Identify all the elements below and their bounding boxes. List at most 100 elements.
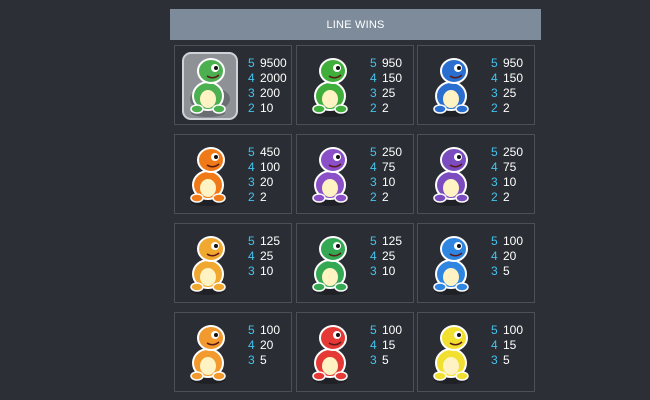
payout-value: 125	[382, 234, 403, 248]
paytable-cell: 5 100 4 20 3 5	[174, 312, 292, 392]
paytable-cell: 5 950 4 150 3 25 2 2	[417, 45, 535, 125]
payout-value: 75	[503, 160, 517, 174]
symbol-count: 4	[491, 71, 498, 85]
pay-row: 22	[370, 190, 402, 205]
payout-value: 2	[260, 190, 267, 204]
payout-value: 100	[503, 323, 524, 337]
symbol-count: 3	[370, 353, 377, 367]
symbol-count: 2	[491, 101, 498, 115]
payout-value: 100	[382, 323, 403, 337]
payout-value: 25	[260, 249, 274, 263]
payout-value: 2	[503, 190, 510, 204]
paytable-cell: 5 450 4 100 3 20 2 2	[174, 134, 292, 214]
green-dino-icon	[303, 229, 361, 299]
payout-value: 20	[260, 175, 274, 189]
paytable-cell: 5 950 4 150 3 25 2 2	[296, 45, 414, 125]
pay-row: 3 25	[370, 86, 402, 101]
symbol-count: 4	[248, 338, 255, 352]
pay-row: 3 10	[370, 264, 402, 279]
payout-value: 2	[382, 101, 389, 115]
symbol-count: 5	[370, 234, 377, 248]
orange-dino-icon	[181, 140, 239, 210]
symbol-count: 3	[491, 175, 498, 189]
pay-row: 35	[370, 353, 402, 368]
payout-value: 5	[503, 353, 510, 367]
payout-value: 100	[260, 323, 281, 337]
payout-value: 25	[382, 249, 396, 263]
payout-value: 9500	[260, 56, 287, 70]
paytable-cell: 5 100 4 15 3 5	[296, 312, 414, 392]
symbol-count: 5	[248, 234, 255, 248]
payout-value: 200	[260, 86, 281, 100]
payout-value: 25	[382, 86, 396, 100]
payout-value: 5	[382, 353, 389, 367]
pay-row: 5 950	[370, 56, 402, 71]
payout-value: 5	[503, 264, 510, 278]
pay-row: 5 125	[248, 234, 280, 249]
symbol-count: 3	[370, 264, 377, 278]
pay-row: 35	[491, 353, 523, 368]
pay-values: 5 250 4 75 3 10 2 2	[491, 145, 523, 205]
pay-values: 5 450 4 100 3 20 2 2	[248, 145, 280, 205]
pay-row: 2 10	[248, 101, 287, 116]
payout-value: 10	[260, 101, 274, 115]
pay-row: 4 75	[370, 160, 402, 175]
pay-row: 5 250	[491, 145, 523, 160]
paytable-cell: 5 9500 4 2000 3 200 2 10	[174, 45, 292, 125]
symbol-count: 3	[248, 353, 255, 367]
pay-row: 4 15	[370, 338, 402, 353]
pay-row: 4 25	[370, 249, 402, 264]
pay-row: 4 2000	[248, 71, 287, 86]
symbol-count: 5	[491, 56, 498, 70]
symbol-count: 5	[248, 323, 255, 337]
payout-value: 75	[382, 160, 396, 174]
paytable-cell: 5 250 4 75 3 10 2 2	[296, 134, 414, 214]
pay-row: 5 9500	[248, 56, 287, 71]
pay-values: 5 125 4 25 3 10	[248, 234, 280, 279]
payout-value: 5	[260, 353, 267, 367]
payout-value: 10	[382, 175, 396, 189]
payout-value: 15	[503, 338, 517, 352]
pay-row: 22	[491, 190, 523, 205]
pay-row: 5 950	[491, 56, 523, 71]
symbol-count: 4	[248, 249, 255, 263]
payout-value: 2	[382, 190, 389, 204]
symbol-count: 3	[491, 264, 498, 278]
pay-row: 5 450	[248, 145, 280, 160]
pay-row: 3 10	[248, 264, 280, 279]
symbol-count: 2	[370, 101, 377, 115]
symbol-count: 5	[370, 323, 377, 337]
payout-value: 10	[260, 264, 274, 278]
pay-row: 5 250	[370, 145, 402, 160]
symbol-count: 5	[248, 56, 255, 70]
pay-row: 4 150	[370, 71, 402, 86]
payout-value: 25	[503, 86, 517, 100]
pay-row: 5 125	[370, 234, 402, 249]
payout-value: 450	[260, 145, 281, 159]
symbol-count: 2	[491, 190, 498, 204]
pay-values: 5 100 4 15 3 5	[491, 323, 523, 368]
payout-value: 100	[260, 160, 281, 174]
pay-values: 5 100 4 15 3 5	[370, 323, 402, 368]
pay-row: 4 75	[491, 160, 523, 175]
payout-value: 150	[503, 71, 524, 85]
symbol-count: 5	[370, 56, 377, 70]
pay-row: 22	[248, 190, 280, 205]
pay-row: 22	[370, 101, 402, 116]
symbol-count: 3	[370, 175, 377, 189]
purple-dino-icon	[424, 140, 482, 210]
pay-row: 4 20	[491, 249, 523, 264]
pay-row: 3 10	[491, 175, 523, 190]
payout-value: 2	[503, 101, 510, 115]
payout-value: 250	[503, 145, 524, 159]
symbol-count: 3	[370, 86, 377, 100]
symbol-count: 2	[370, 190, 377, 204]
blue-triceratops-icon	[424, 229, 482, 299]
payout-value: 20	[503, 249, 517, 263]
pay-row: 5 100	[491, 323, 523, 338]
pay-row: 3 20	[248, 175, 280, 190]
payout-value: 15	[382, 338, 396, 352]
symbol-count: 3	[491, 86, 498, 100]
symbol-count: 2	[248, 101, 255, 115]
symbol-count: 4	[248, 160, 255, 174]
